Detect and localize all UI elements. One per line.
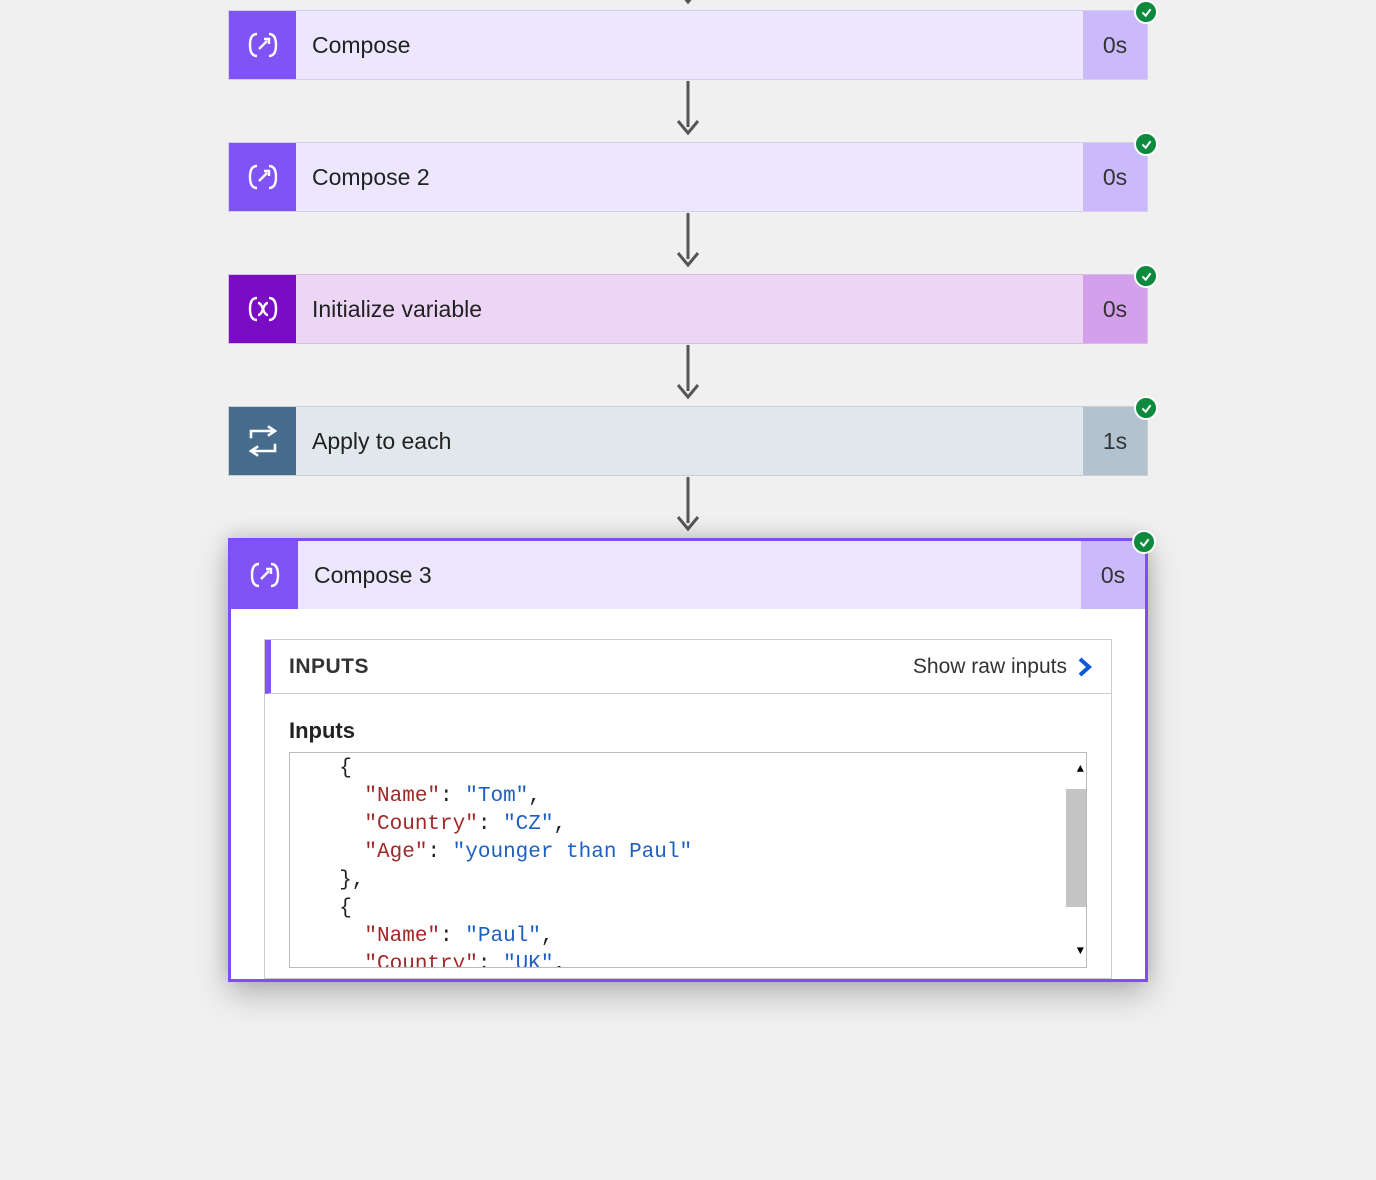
step-title: Compose 3: [298, 541, 1081, 609]
arrow-icon: [673, 81, 703, 141]
arrow-icon: [673, 0, 703, 10]
success-badge: [1134, 264, 1158, 288]
step-title: Compose 2: [296, 143, 1083, 211]
check-icon: [1140, 402, 1153, 415]
inputs-panel-header: INPUTS Show raw inputs: [265, 640, 1111, 694]
inputs-code-content: { "Name": "Tom", "Country": "CZ", "Age":…: [290, 753, 1086, 968]
flow-step-apply-to-each[interactable]: Apply to each 1s: [228, 406, 1148, 476]
step-title: Apply to each: [296, 407, 1083, 475]
compose-icon: [231, 541, 298, 609]
inputs-body-label: Inputs: [289, 718, 1087, 744]
show-raw-inputs-link[interactable]: Show raw inputs: [913, 655, 1093, 679]
step-header[interactable]: Compose 3 0s: [231, 541, 1145, 609]
check-icon: [1140, 138, 1153, 151]
flow-canvas: Compose 0s Compose 2 0s: [0, 0, 1376, 982]
inputs-code-box[interactable]: ▲ ▼ { "Name": "Tom", "Country": "CZ", "A…: [289, 752, 1087, 968]
success-badge: [1134, 132, 1158, 156]
flow-arrow: [0, 476, 1376, 538]
step-title: Initialize variable: [296, 275, 1083, 343]
check-icon: [1140, 6, 1153, 19]
show-raw-inputs-label: Show raw inputs: [913, 655, 1067, 679]
arrow-icon: [673, 345, 703, 405]
flow-arrow: [0, 0, 1376, 10]
check-icon: [1138, 536, 1151, 549]
scrollbar-thumb[interactable]: [1066, 789, 1086, 907]
flow-step-compose-2[interactable]: Compose 2 0s: [228, 142, 1148, 212]
flow-arrow: [0, 344, 1376, 406]
flow-arrow: [0, 212, 1376, 274]
compose-icon: [229, 143, 296, 211]
step-title: Compose: [296, 11, 1083, 79]
scroll-up-icon[interactable]: ▲: [1077, 755, 1084, 783]
loop-icon: [229, 407, 296, 475]
flow-arrow: [0, 80, 1376, 142]
success-badge: [1134, 396, 1158, 420]
flow-step-initialize-variable[interactable]: Initialize variable 0s: [228, 274, 1148, 344]
success-badge: [1134, 0, 1158, 24]
inputs-panel: INPUTS Show raw inputs Inputs ▲ ▼ { "Nam…: [264, 639, 1112, 979]
arrow-icon: [673, 477, 703, 537]
inputs-panel-body: Inputs ▲ ▼ { "Name": "Tom", "Country": "…: [265, 694, 1111, 978]
scroll-down-icon[interactable]: ▼: [1077, 937, 1084, 965]
compose-icon: [229, 11, 296, 79]
arrow-icon: [673, 213, 703, 273]
flow-step-compose[interactable]: Compose 0s: [228, 10, 1148, 80]
variable-icon: [229, 275, 296, 343]
chevron-right-icon: [1077, 655, 1093, 679]
inputs-header-label: INPUTS: [271, 655, 913, 679]
success-badge: [1132, 530, 1156, 554]
flow-step-compose-3-expanded[interactable]: Compose 3 0s INPUTS Show raw inputs Inpu…: [228, 538, 1148, 982]
check-icon: [1140, 270, 1153, 283]
